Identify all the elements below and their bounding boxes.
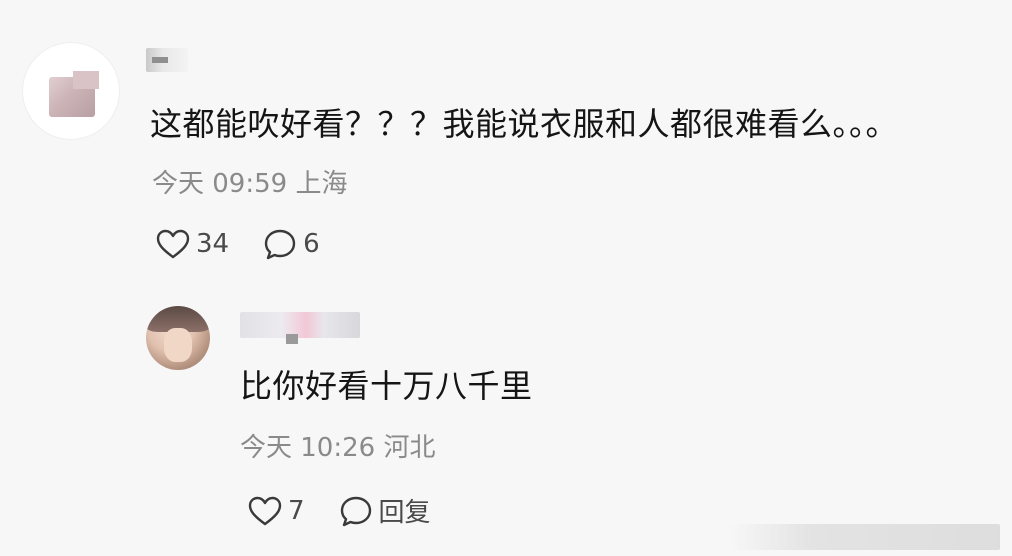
comment-thread: 这都能吹好看？？？我能说衣服和人都很难看么。。。 今天 09:59 上海 34 … — [0, 0, 1012, 556]
comment-time: 今天 09:59 — [152, 169, 288, 199]
username-blurred[interactable] — [146, 48, 188, 72]
watermark-blurred — [730, 524, 1000, 550]
reply-count-button[interactable]: 6 — [263, 228, 320, 260]
comment-actions: 7 回复 — [248, 492, 465, 529]
reply-label: 回复 — [378, 498, 431, 528]
heart-outline-icon — [248, 496, 282, 525]
like-button[interactable]: 34 — [156, 228, 229, 260]
comment-location: 河北 — [383, 433, 436, 463]
comment-text: 比你好看十万八千里 — [240, 367, 533, 405]
like-button[interactable]: 7 — [248, 495, 305, 527]
reply-button[interactable]: 回复 — [339, 492, 431, 529]
comment-text: 这都能吹好看？？？我能说衣服和人都很难看么。。。 — [150, 105, 899, 143]
like-count: 34 — [196, 229, 230, 259]
reply-count: 6 — [303, 229, 320, 259]
comment-location: 上海 — [295, 169, 348, 199]
comment-time: 今天 10:26 — [240, 433, 376, 463]
username-blurred[interactable] — [240, 312, 360, 344]
comment-meta: 今天 10:26 河北 — [240, 432, 435, 464]
speech-bubble-icon — [340, 496, 371, 526]
comment-actions: 34 6 — [156, 228, 354, 260]
avatar[interactable] — [22, 42, 120, 140]
speech-bubble-icon — [264, 229, 296, 260]
like-count: 7 — [288, 495, 305, 526]
avatar[interactable] — [146, 306, 210, 370]
comment-meta: 今天 09:59 上海 — [152, 168, 347, 200]
heart-outline-icon — [156, 229, 190, 259]
